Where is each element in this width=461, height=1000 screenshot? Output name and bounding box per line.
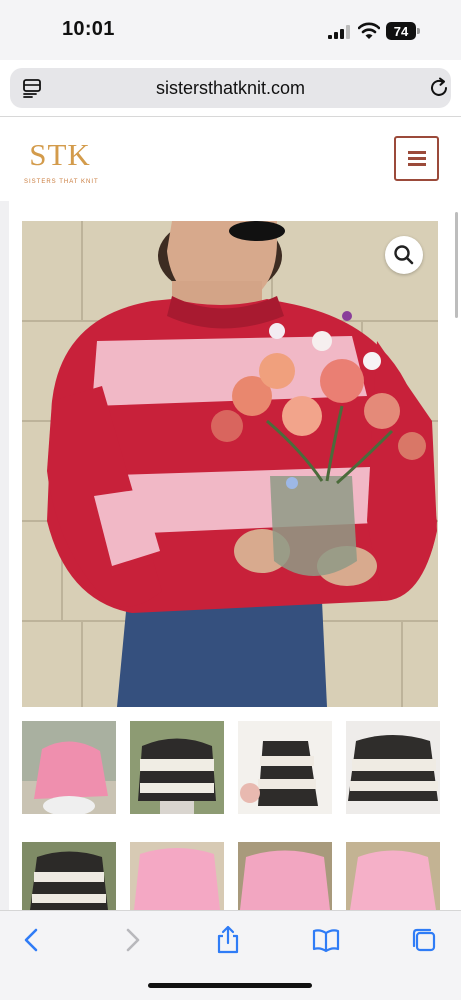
share-icon[interactable] [213, 925, 243, 955]
page-gutter [0, 201, 9, 910]
pink-sweater-photo-4 [346, 842, 440, 910]
logo-mark: STK [29, 137, 91, 172]
hamburger-menu-button[interactable] [394, 136, 439, 181]
gallery-thumbnail[interactable] [346, 721, 440, 814]
site-header: STK SISTERS THAT KNIT [0, 117, 461, 201]
gallery-thumbnail[interactable] [22, 721, 116, 814]
battery-indicator: 74 [386, 22, 420, 40]
pink-sweater-photo [22, 721, 116, 814]
zoom-button[interactable] [385, 236, 423, 274]
gallery-thumbnail[interactable] [238, 721, 332, 814]
back-icon[interactable] [17, 925, 47, 955]
pink-sweater-photo-3 [238, 842, 332, 910]
reload-icon[interactable] [428, 77, 450, 99]
tabs-icon[interactable] [409, 925, 439, 955]
menu-line [408, 151, 426, 154]
sweater-model-photo [22, 221, 438, 707]
address-bar[interactable]: sistersthatknit.com [10, 68, 451, 108]
status-bar: 10:01 74 [0, 0, 461, 60]
menu-line [408, 157, 426, 160]
black-white-striped-sweater-photo-2 [22, 842, 116, 910]
black-white-striped-sweater-hanger [346, 721, 440, 814]
scrollbar[interactable] [455, 212, 458, 318]
url-text[interactable]: sistersthatknit.com [10, 78, 451, 99]
status-time: 10:01 [62, 18, 115, 40]
logo-tagline: SISTERS THAT KNIT [24, 179, 99, 185]
wifi-icon [358, 22, 380, 39]
bookmarks-icon[interactable] [311, 925, 341, 955]
battery-level: 74 [386, 22, 416, 40]
home-indicator[interactable] [148, 983, 312, 988]
site-logo[interactable]: STK SISTERS THAT KNIT [24, 137, 99, 199]
magnifier-icon [394, 245, 414, 265]
gallery-thumbnail[interactable] [130, 721, 224, 814]
menu-line [408, 163, 426, 166]
black-white-striped-sweater-photo [130, 721, 224, 814]
product-main-image[interactable] [22, 221, 438, 707]
cellular-signal-icon [328, 25, 350, 39]
black-white-striped-sweater-flatlay [238, 721, 332, 814]
pink-sweater-photo-2 [130, 842, 224, 910]
forward-icon[interactable] [117, 925, 147, 955]
